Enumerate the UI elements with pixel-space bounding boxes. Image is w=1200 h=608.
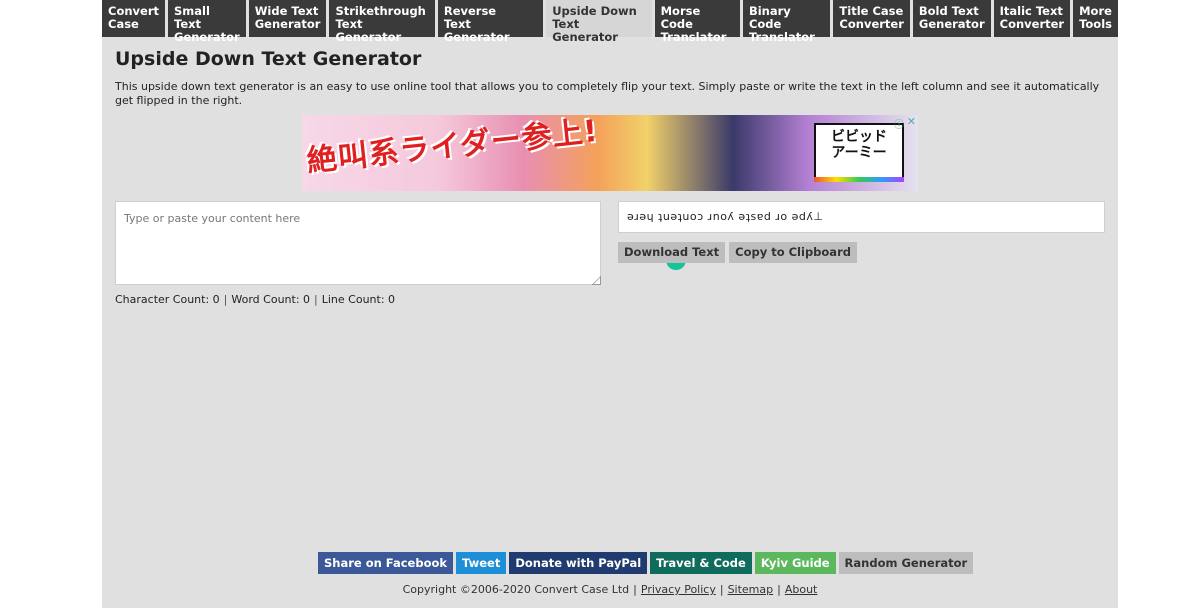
download-text-button[interactable]: Download Text <box>618 242 726 263</box>
text-input-placeholder: Type or paste your content here <box>124 212 301 225</box>
nav-item-small-text-generator[interactable]: Small Text Generator <box>168 0 246 44</box>
nav-item-strikethrough-text-generator[interactable]: Strikethrough Text Generator <box>329 0 435 44</box>
random-generator-button[interactable]: Random Generator <box>838 552 974 574</box>
privacy-policy-link[interactable]: Privacy Policy <box>641 583 716 596</box>
nav-item-italic-text-converter[interactable]: Italic Text Converter <box>993 0 1071 37</box>
page-title: Upside Down Text Generator <box>115 48 422 70</box>
character-count: Character Count: 0 <box>115 293 220 306</box>
word-count: Word Count: 0 <box>231 293 311 306</box>
nav-item-upside-down-text-generator[interactable]: Upside Down Text Generator <box>546 0 652 44</box>
close-icon[interactable]: ✕ <box>907 115 916 128</box>
top-nav: Convert Case Small Text Generator Wide Tex… <box>102 0 1118 44</box>
info-icon[interactable]: ⓘ <box>894 116 904 131</box>
share-buttons: Share on Facebook Tweet Donate with PayPal… <box>318 552 974 574</box>
nav-item-reverse-text-generator[interactable]: Reverse Text Generator <box>437 0 544 44</box>
advertisement-banner[interactable]: 絶叫系ライダー参上! ビビッド アーミー ⓘ ✕ <box>302 115 918 191</box>
line-count: Line Count: 0 <box>321 293 396 306</box>
page-description: This upside down text generator is an ea… <box>115 80 1100 107</box>
nav-item-morse-code-translator[interactable]: Morse Code Translator <box>654 0 740 44</box>
nav-item-bold-text-generator[interactable]: Bold Text Generator <box>912 0 991 37</box>
text-output[interactable]: ǝɹǝɥ ʇuǝʇuoɔ ɹnoʎ ǝʇsɐd ɹo ǝdʎ⊥ <box>618 201 1105 233</box>
output-actions: Download Text Copy to Clipboard <box>618 242 857 263</box>
about-link[interactable]: About <box>785 583 818 596</box>
nav-item-wide-text-generator[interactable]: Wide Text Generator <box>248 0 327 37</box>
separator: | <box>719 583 724 596</box>
donate-with-paypal-button[interactable]: Donate with PayPal <box>509 552 648 574</box>
footer: Copyright ©2006-2020 Convert Case Ltd | Pr… <box>102 583 1118 596</box>
separator: | <box>314 293 318 306</box>
tweet-button[interactable]: Tweet <box>456 552 507 574</box>
nav-item-more-tools[interactable]: More Tools <box>1073 0 1118 37</box>
copyright-text: Copyright ©2006-2020 Convert Case Ltd <box>402 583 630 596</box>
nav-item-title-case-converter[interactable]: Title Case Converter <box>833 0 910 37</box>
separator: | <box>777 583 781 596</box>
copy-to-clipboard-button[interactable]: Copy to Clipboard <box>729 242 857 263</box>
share-on-facebook-button[interactable]: Share on Facebook <box>318 552 454 574</box>
text-stats: Character Count: 0 | Word Count: 0 | Line Co… <box>115 293 395 306</box>
ad-logo: ビビッド アーミー <box>814 123 904 181</box>
separator: | <box>223 293 228 306</box>
ad-headline: 絶叫系ライダー参上! <box>305 115 600 180</box>
sitemap-link[interactable]: Sitemap <box>728 583 774 596</box>
travel-code-button[interactable]: Travel & Code <box>650 552 752 574</box>
kyiv-guide-button[interactable]: Kyiv Guide <box>754 552 836 574</box>
nav-item-binary-code-translator[interactable]: Binary Code Translator <box>742 0 831 44</box>
page-container: Convert Case Small Text Generator Wide Tex… <box>102 0 1118 608</box>
separator: | <box>633 583 637 596</box>
ad-logo-stripe <box>814 177 904 182</box>
nav-item-convert-case[interactable]: Convert Case <box>102 0 165 37</box>
resize-handle-icon[interactable] <box>592 276 601 285</box>
text-input[interactable]: Type or paste your content here <box>115 201 601 285</box>
